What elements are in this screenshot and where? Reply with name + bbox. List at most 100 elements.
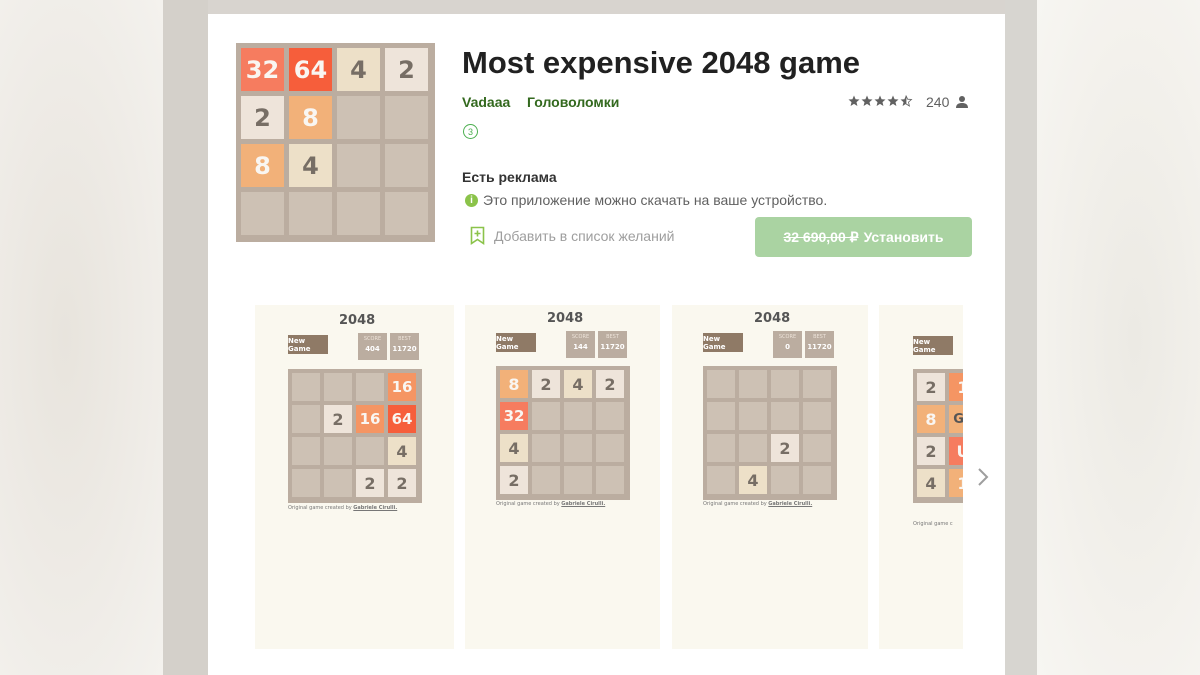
person-icon bbox=[956, 96, 969, 108]
bookmark-add-icon bbox=[470, 226, 485, 245]
best-box: BEST 11720 bbox=[390, 333, 419, 360]
board-tile bbox=[596, 434, 624, 462]
credit-link: Gabriele Cirulli. bbox=[768, 501, 813, 507]
board-tile bbox=[596, 466, 624, 494]
best-value: 11720 bbox=[807, 343, 832, 351]
board-tile bbox=[771, 370, 799, 398]
board-tile: 1 bbox=[949, 373, 963, 401]
category-link[interactable]: Головоломки bbox=[527, 94, 619, 110]
score-box: SCORE 0 bbox=[773, 331, 802, 358]
icon-tile: 4 bbox=[337, 48, 380, 91]
icon-tile bbox=[337, 192, 380, 235]
best-value: 11720 bbox=[392, 345, 417, 353]
board-tile: 1 bbox=[949, 469, 963, 497]
app-icon: 32 64 4 2 2 8 8 4 bbox=[236, 43, 435, 242]
screenshot-2[interactable]: 2048 New Game SCORE 144 BEST 11720 82423… bbox=[465, 305, 660, 649]
board-tile bbox=[803, 466, 831, 494]
board-tile bbox=[532, 402, 560, 430]
game-board: 8 2 4 2 32 4 2 bbox=[496, 366, 630, 500]
screenshot-game-title: 2048 bbox=[547, 311, 584, 326]
board-tile: 2 bbox=[917, 437, 945, 465]
best-box: BEST 11720 bbox=[805, 331, 834, 358]
credit-text: Original game created by Gabriele Cirull… bbox=[288, 505, 397, 511]
board-tile bbox=[739, 402, 767, 430]
credit-prefix: Original game created by bbox=[496, 501, 560, 507]
credit-prefix: Original game c bbox=[913, 521, 953, 527]
rating: 240 bbox=[848, 94, 969, 110]
screenshot-carousel[interactable]: 2048 New Game SCORE 404 BEST 11720 16 2 16… bbox=[255, 305, 963, 649]
old-price: 32 690,00 ₽ bbox=[783, 228, 859, 245]
icon-tile: 8 bbox=[241, 144, 284, 187]
best-label: BEST bbox=[398, 336, 411, 342]
score-label: SCORE bbox=[571, 334, 590, 340]
board-tile bbox=[324, 437, 352, 465]
icon-tile: 4 bbox=[289, 144, 332, 187]
board-tile: 16 bbox=[356, 405, 384, 433]
credit-prefix: Original game created by bbox=[703, 501, 767, 507]
screenshot-1[interactable]: 2048 New Game SCORE 404 BEST 11720 16 2 16… bbox=[255, 305, 454, 649]
board-tile bbox=[707, 466, 735, 494]
board-tile bbox=[324, 373, 352, 401]
board-tile bbox=[356, 437, 384, 465]
screenshot-game-title: 2048 bbox=[339, 313, 376, 328]
board-tile bbox=[324, 469, 352, 497]
board-grid: 16 2 16 64 4 2 2 bbox=[292, 373, 418, 497]
icon-tile bbox=[337, 144, 380, 187]
credit-prefix: Original game created by bbox=[288, 505, 352, 511]
board-tile: 2 bbox=[532, 370, 560, 398]
icon-tile: 2 bbox=[385, 48, 428, 91]
board-tile: 2 bbox=[917, 373, 945, 401]
chevron-right-icon[interactable] bbox=[976, 466, 990, 488]
credit-text: Original game created by Gabriele Cirull… bbox=[496, 501, 605, 507]
credit-link: Gabriele Cirulli. bbox=[561, 501, 606, 507]
info-icon: i bbox=[465, 193, 478, 207]
board-tile bbox=[803, 434, 831, 462]
board-tile: 2 bbox=[500, 466, 528, 494]
credit-link: Gabriele Cirulli. bbox=[353, 505, 398, 511]
board-tile bbox=[707, 370, 735, 398]
board-tile: 2 bbox=[324, 405, 352, 433]
game-board: 16 2 16 64 4 2 2 bbox=[288, 369, 422, 503]
board-tile bbox=[564, 402, 592, 430]
board-tile: 4 bbox=[917, 469, 945, 497]
board-tile: 2 bbox=[356, 469, 384, 497]
board-tile bbox=[292, 373, 320, 401]
score-label: SCORE bbox=[363, 336, 382, 342]
icon-tile bbox=[289, 192, 332, 235]
board-tile bbox=[771, 466, 799, 494]
board-grid: 218Ga2U41 bbox=[917, 373, 963, 497]
rating-count: 240 bbox=[926, 94, 950, 110]
score-box: SCORE 144 bbox=[566, 331, 595, 358]
rating-stars bbox=[848, 94, 918, 110]
new-game-button: New Game bbox=[288, 335, 328, 354]
board-tile bbox=[739, 370, 767, 398]
screenshot-game-title: 2048 bbox=[754, 311, 791, 326]
developer-link[interactable]: Vadaaa bbox=[462, 94, 510, 110]
compatibility-notice: i Это приложение можно скачать на ваше у… bbox=[465, 192, 827, 208]
score-box: SCORE 404 bbox=[358, 333, 387, 360]
ads-notice: Есть реклама bbox=[462, 169, 557, 185]
screenshot-3[interactable]: 2048 New Game SCORE 0 BEST 11720 24 Orig… bbox=[672, 305, 868, 649]
background-right-edge bbox=[1005, 0, 1037, 675]
new-game-button: New Game bbox=[703, 333, 743, 352]
icon-tile bbox=[385, 192, 428, 235]
score-value: 144 bbox=[573, 343, 588, 351]
icon-tile: 8 bbox=[289, 96, 332, 139]
wishlist-button[interactable]: Добавить в список желаний bbox=[470, 226, 674, 245]
board-tile bbox=[292, 437, 320, 465]
best-box: BEST 11720 bbox=[598, 331, 627, 358]
icon-tile: 2 bbox=[241, 96, 284, 139]
screenshot-4[interactable]: New Game 218Ga2U41 Original game c bbox=[879, 305, 963, 649]
board-tile bbox=[803, 402, 831, 430]
icon-tile bbox=[337, 96, 380, 139]
game-board: 24 bbox=[703, 366, 837, 500]
board-tile: 2 bbox=[596, 370, 624, 398]
board-tile: 64 bbox=[388, 405, 416, 433]
board-tile: 8 bbox=[500, 370, 528, 398]
best-value: 11720 bbox=[600, 343, 625, 351]
install-button[interactable]: 32 690,00 ₽ Установить bbox=[755, 217, 972, 257]
board-tile bbox=[739, 434, 767, 462]
board-tile: 2 bbox=[771, 434, 799, 462]
icon-tile bbox=[241, 192, 284, 235]
app-title: Most expensive 2048 game bbox=[462, 45, 861, 80]
